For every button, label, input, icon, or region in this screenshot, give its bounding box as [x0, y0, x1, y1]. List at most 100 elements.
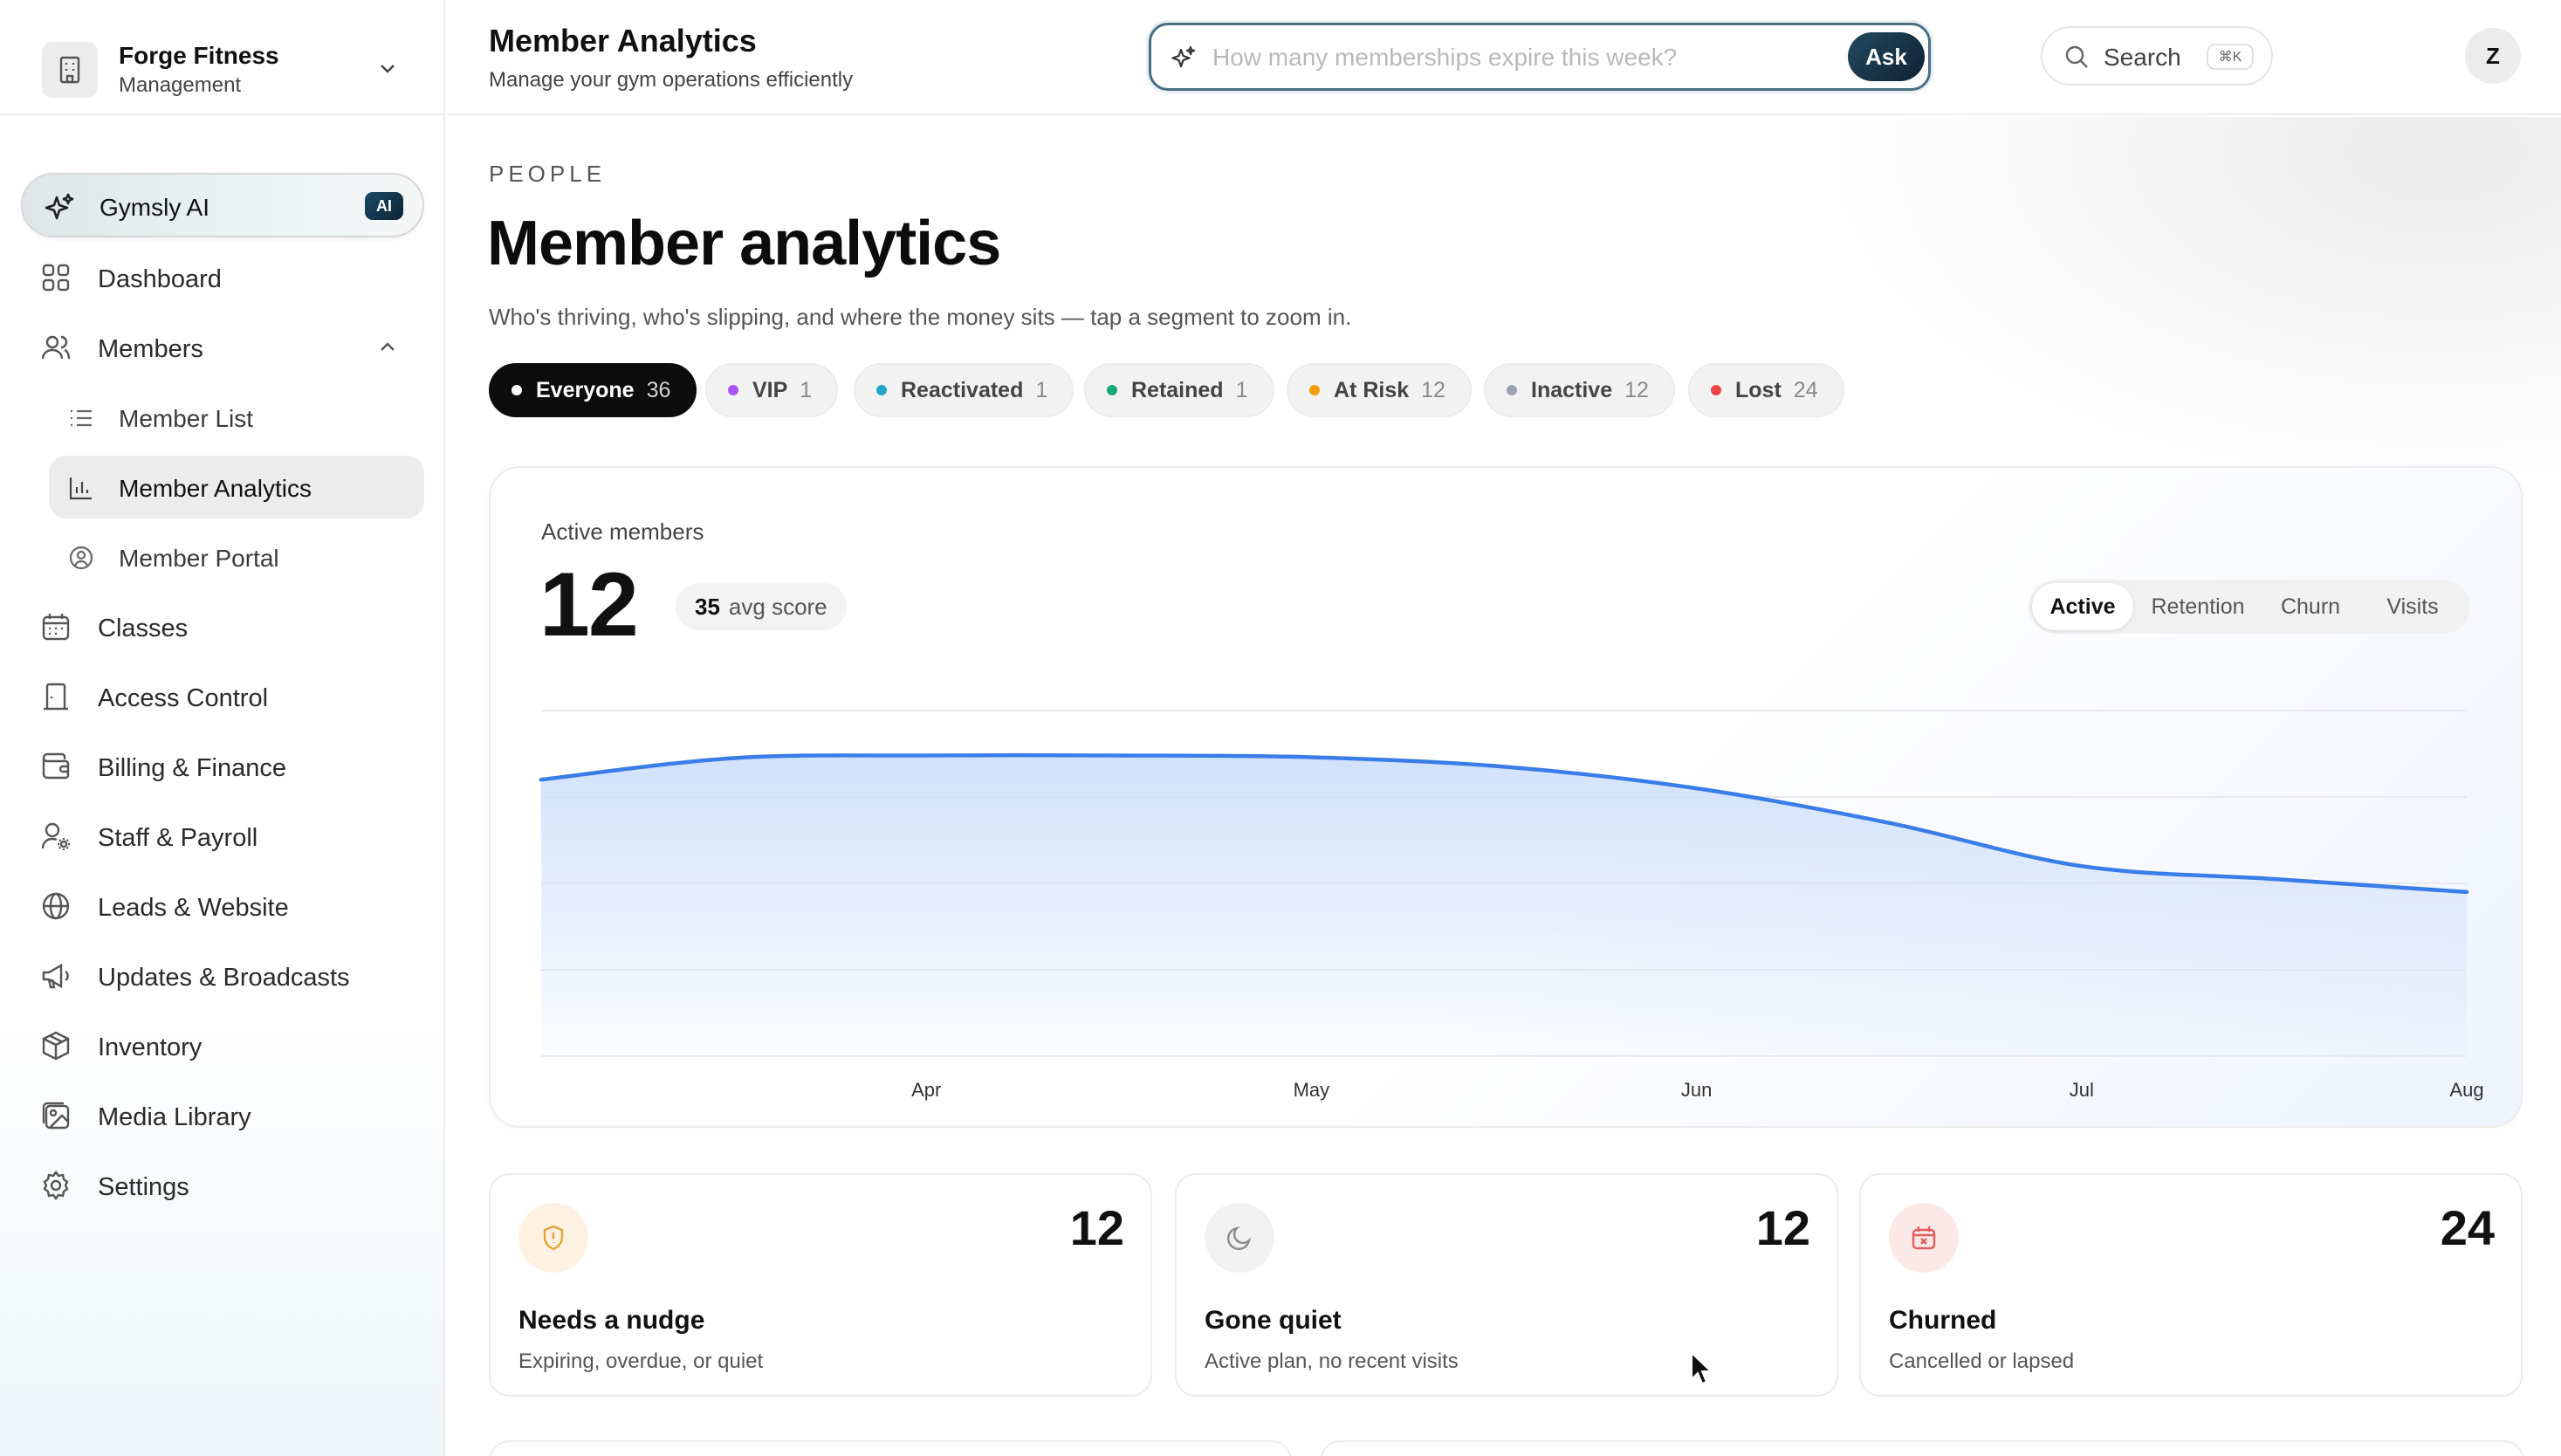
segment-count: 24: [1793, 377, 1818, 402]
globe-icon: [42, 892, 70, 920]
sidebar-item-updates-broadcasts[interactable]: Updates & Broadcasts: [21, 944, 424, 1007]
calendar-icon: [42, 614, 70, 641]
segment-dot: [512, 385, 522, 395]
segment-count: 1: [1235, 377, 1248, 402]
sparkles-icon: [45, 193, 74, 220]
sidebar-item-label: Billing & Finance: [98, 754, 286, 782]
segment-label: Reactivated: [901, 377, 1024, 402]
segment-dot: [876, 385, 887, 395]
sidebar-item-members[interactable]: Members: [21, 316, 424, 379]
sidebar-item-label: Updates & Broadcasts: [98, 964, 350, 992]
search-icon: [2065, 45, 2088, 68]
segment-count: 12: [1624, 377, 1649, 402]
segment-chip-retained[interactable]: Retained 1: [1084, 363, 1274, 417]
sidebar-item-label: Inventory: [98, 1034, 203, 1061]
header-title: Member Analytics: [489, 23, 757, 58]
header-subtitle: Manage your gym operations efficiently: [489, 68, 854, 92]
sidebar-subitem-label: Member List: [119, 405, 254, 432]
segment-count: 12: [1421, 377, 1445, 402]
segment-label: At Risk: [1334, 377, 1410, 402]
list-icon: [71, 409, 92, 427]
sidebar-item-inventory[interactable]: Inventory: [21, 1014, 424, 1077]
search-button[interactable]: Search ⌘K: [2041, 26, 2273, 86]
stat-card-gone-quiet[interactable]: 12 Gone quiet Active plan, no recent vis…: [1175, 1173, 1838, 1397]
sidebar-subitem-member-analytics[interactable]: Member Analytics: [49, 456, 424, 519]
sidebar-item-label: Dashboard: [98, 265, 222, 293]
sidebar-item-label: Leads & Website: [98, 894, 289, 922]
segment-chip-inactive[interactable]: Inactive 12: [1484, 363, 1675, 417]
sidebar-subitem-member-portal[interactable]: Member Portal: [49, 525, 424, 588]
chevron-up-icon: [381, 342, 395, 351]
sidebar-item-billing-finance[interactable]: Billing & Finance: [21, 735, 424, 798]
avatar[interactable]: Z: [2465, 28, 2521, 84]
stat-subtitle: Cancelled or lapsed: [1889, 1350, 2075, 1373]
sidebar-subitem-member-list[interactable]: Member List: [49, 386, 424, 449]
image-icon: [42, 1102, 70, 1130]
segment-dot: [1507, 385, 1517, 395]
org-switcher[interactable]: Forge Fitness Management: [0, 0, 443, 115]
mouse-cursor-icon: [1691, 1351, 1713, 1385]
segment-dot: [1309, 385, 1320, 395]
sidebar-item-media-library[interactable]: Media Library: [21, 1084, 424, 1147]
sidebar-item-access-control[interactable]: Access Control: [21, 665, 424, 728]
sidebar-item-leads-website[interactable]: Leads & Website: [21, 875, 424, 937]
org-subtitle: Management: [119, 73, 242, 97]
lower-card-right: [1320, 1440, 2524, 1456]
stat-card-needs-nudge[interactable]: 12 Needs a nudge Expiring, overdue, or q…: [489, 1173, 1152, 1397]
segment-chip-reactivated[interactable]: Reactivated 1: [854, 363, 1075, 417]
segment-chip-everyone[interactable]: Everyone 36: [489, 363, 697, 417]
ask-ai-input[interactable]: [1212, 39, 1806, 76]
sidebar-item-label: Members: [98, 335, 203, 363]
sidebar-item-settings[interactable]: Settings: [21, 1154, 424, 1217]
top-header: Member Analytics Manage your gym operati…: [447, 0, 2561, 115]
x-tick-label: Jun: [1681, 1079, 1712, 1101]
sidebar-subitem-label: Member Portal: [119, 545, 279, 572]
ask-button[interactable]: Ask: [1848, 32, 1925, 81]
sidebar-item-classes[interactable]: Classes: [21, 595, 424, 658]
page-description: Who's thriving, who's slipping, and wher…: [489, 304, 1352, 330]
stat-value: 12: [1755, 1200, 1810, 1255]
wallet-icon: [42, 752, 70, 780]
segment-count: 1: [800, 377, 813, 402]
page-title: Member analytics: [487, 209, 1001, 278]
segment-dot: [1711, 385, 1721, 395]
segment-dot: [1107, 385, 1117, 395]
sidebar-item-label: Classes: [98, 615, 189, 642]
sidebar-item-gymsly-ai[interactable]: Gymsly AI AI: [21, 173, 424, 237]
active-members-card: Active members 12 35 avg score Active Re…: [489, 466, 2523, 1128]
keyboard-shortcut: ⌘K: [2207, 44, 2254, 70]
x-tick-label: Aug: [2449, 1079, 2483, 1101]
megaphone-icon: [42, 963, 69, 989]
grid-icon: [42, 264, 70, 292]
sidebar-item-label: Gymsly AI: [100, 194, 210, 221]
sidebar-item-label: Settings: [98, 1173, 189, 1201]
page-eyebrow: PEOPLE: [489, 161, 607, 187]
org-name: Forge Fitness: [119, 42, 279, 69]
stat-title: Gone quiet: [1205, 1306, 1342, 1335]
stat-card-churned[interactable]: 24 Churned Cancelled or lapsed: [1859, 1173, 2523, 1397]
search-label: Search: [2104, 44, 2181, 71]
sidebar-item-dashboard[interactable]: Dashboard: [21, 246, 424, 309]
sparkles-icon: [1171, 45, 1196, 68]
main-content: PEOPLE Member analytics Who's thriving, …: [447, 117, 2561, 1456]
segment-chip-at-risk[interactable]: At Risk 12: [1287, 363, 1472, 417]
chevron-down-icon: [381, 65, 395, 73]
calendar-x-icon: [1889, 1203, 1959, 1273]
stat-value: 24: [2440, 1200, 2495, 1255]
sidebar-subitem-label: Member Analytics: [119, 475, 312, 502]
segment-count: 1: [1035, 377, 1048, 402]
stat-subtitle: Active plan, no recent visits: [1205, 1350, 1459, 1373]
x-tick-label: Apr: [911, 1079, 941, 1101]
segment-label: Inactive: [1531, 377, 1613, 402]
segment-chip-lost[interactable]: Lost 24: [1688, 363, 1844, 417]
sidebar: Forge Fitness Management Gymsly AI AI Da…: [0, 0, 445, 1456]
stat-value: 12: [1069, 1200, 1124, 1255]
shield-alert-icon: [518, 1203, 588, 1273]
ai-badge: AI: [365, 192, 403, 220]
segment-label: Retained: [1131, 377, 1224, 402]
sidebar-item-label: Access Control: [98, 684, 269, 712]
x-tick-label: Jul: [2070, 1079, 2094, 1101]
segment-chip-vip[interactable]: VIP 1: [705, 363, 839, 417]
stat-title: Churned: [1889, 1306, 1997, 1335]
sidebar-item-staff-payroll[interactable]: Staff & Payroll: [21, 805, 424, 868]
